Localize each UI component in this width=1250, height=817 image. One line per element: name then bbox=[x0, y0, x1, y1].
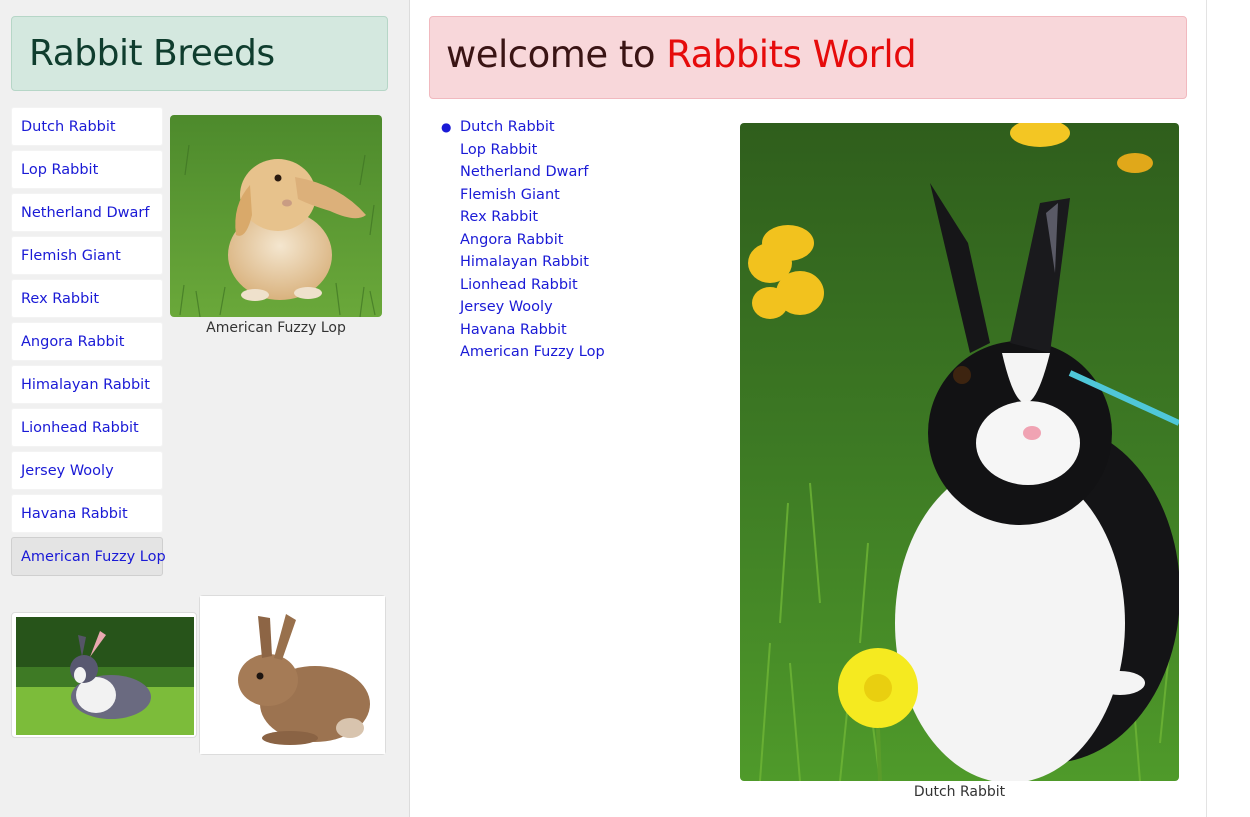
sidebar-title: Rabbit Breeds bbox=[29, 33, 275, 74]
sidebar-figure-caption: American Fuzzy Lop bbox=[206, 320, 346, 336]
sidebar: Rabbit Breeds Dutch Rabbit Lop Rabbit Ne… bbox=[0, 0, 410, 817]
welcome-heading-accent: Rabbits World bbox=[666, 33, 917, 76]
link-label: Lionhead Rabbit bbox=[460, 276, 578, 293]
breed-item-havana-rabbit[interactable]: Havana Rabbit bbox=[11, 494, 163, 533]
breed-item-netherland-dwarf[interactable]: Netherland Dwarf bbox=[11, 193, 163, 232]
breed-item-lop-rabbit[interactable]: Lop Rabbit bbox=[11, 150, 163, 189]
breed-item-dutch-rabbit[interactable]: Dutch Rabbit bbox=[11, 107, 163, 146]
dutch-rabbit-photo bbox=[740, 123, 1179, 781]
link-lionhead-rabbit[interactable]: Lionhead Rabbit bbox=[441, 274, 605, 297]
link-label: Angora Rabbit bbox=[460, 231, 564, 248]
link-label: American Fuzzy Lop bbox=[460, 344, 605, 360]
main-figure: Dutch Rabbit bbox=[740, 123, 1179, 800]
breed-item-jersey-wooly[interactable]: Jersey Wooly bbox=[11, 451, 163, 490]
link-label: Rex Rabbit bbox=[460, 209, 539, 225]
link-havana-rabbit[interactable]: Havana Rabbit bbox=[441, 319, 605, 342]
breed-item-flemish-giant[interactable]: Flemish Giant bbox=[11, 236, 163, 275]
breed-item-himalayan-rabbit[interactable]: Himalayan Rabbit bbox=[11, 365, 163, 404]
page-divider bbox=[1206, 0, 1207, 817]
link-angora-rabbit[interactable]: Angora Rabbit bbox=[441, 229, 605, 252]
bullet-icon: ● bbox=[441, 120, 452, 134]
breed-list: Dutch Rabbit Lop Rabbit Netherland Dwarf… bbox=[11, 107, 166, 580]
link-label: Netherland Dwarf bbox=[460, 164, 589, 180]
main-header: welcome to Rabbits World bbox=[429, 16, 1187, 99]
breed-item-lionhead-rabbit[interactable]: Lionhead Rabbit bbox=[11, 408, 163, 447]
link-dutch-rabbit[interactable]: ● Dutch Rabbit bbox=[441, 116, 605, 139]
link-label: Dutch Rabbit bbox=[460, 119, 555, 135]
breed-item-american-fuzzy-lop[interactable]: American Fuzzy Lop bbox=[11, 537, 166, 576]
breed-item-angora-rabbit[interactable]: Angora Rabbit bbox=[11, 322, 163, 361]
thumbnail-wild-rabbit[interactable] bbox=[199, 595, 386, 755]
link-rex-rabbit[interactable]: Rex Rabbit bbox=[441, 206, 605, 229]
link-label: Flemish Giant bbox=[460, 186, 560, 203]
link-label: Havana Rabbit bbox=[460, 321, 567, 338]
breed-item-rex-rabbit[interactable]: Rex Rabbit bbox=[11, 279, 163, 318]
link-flemish-giant[interactable]: Flemish Giant bbox=[441, 184, 605, 207]
sidebar-figure: American Fuzzy Lop bbox=[170, 115, 382, 336]
dutch-rabbit-thumbnail-image bbox=[16, 617, 194, 735]
link-american-fuzzy-lop[interactable]: American Fuzzy Lop bbox=[441, 341, 605, 364]
welcome-heading: welcome to Rabbits World bbox=[446, 33, 917, 76]
welcome-heading-prefix: welcome to bbox=[446, 33, 667, 76]
wild-rabbit-thumbnail-image bbox=[200, 596, 385, 754]
link-netherland-dwarf[interactable]: Netherland Dwarf bbox=[441, 161, 605, 184]
link-himalayan-rabbit[interactable]: Himalayan Rabbit bbox=[441, 251, 605, 274]
breed-link-list: ● Dutch Rabbit Lop Rabbit Netherland Dwar… bbox=[441, 116, 605, 364]
sidebar-header: Rabbit Breeds bbox=[11, 16, 388, 91]
main-figure-caption: Dutch Rabbit bbox=[913, 784, 1006, 800]
link-label: Himalayan Rabbit bbox=[460, 254, 589, 270]
link-label: Lop Rabbit bbox=[460, 141, 538, 158]
link-lop-rabbit[interactable]: Lop Rabbit bbox=[441, 139, 605, 162]
link-jersey-wooly[interactable]: Jersey Wooly bbox=[441, 296, 605, 319]
thumbnail-dutch-rabbit[interactable] bbox=[11, 612, 197, 738]
link-label: Jersey Wooly bbox=[460, 299, 553, 315]
american-fuzzy-lop-photo bbox=[170, 115, 382, 317]
